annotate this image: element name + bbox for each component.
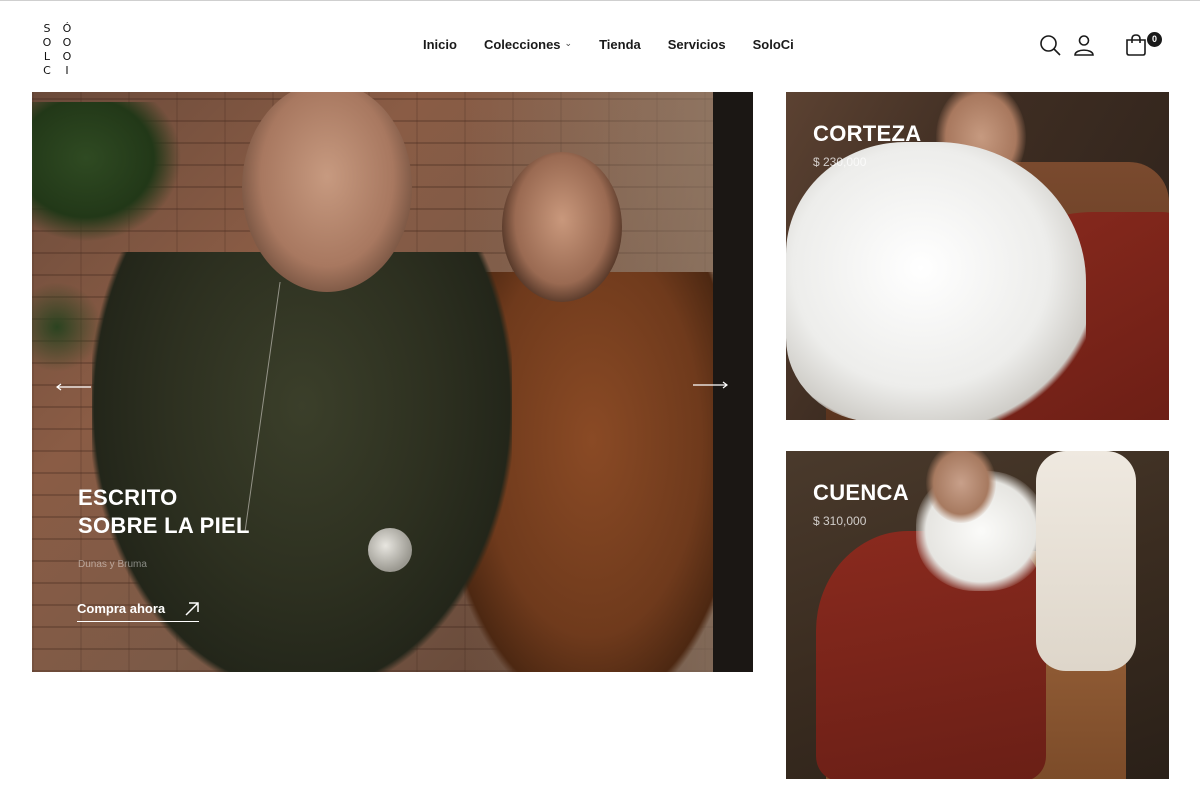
logo-letter: C (43, 64, 51, 77)
nav-item-soloci[interactable]: SoloCi (753, 37, 794, 52)
plant-decoration (32, 102, 182, 242)
product-price: $ 230,000 (813, 155, 867, 169)
hero-subtitle: Dunas y Bruma (78, 559, 147, 570)
model-white-shirt (786, 142, 1086, 420)
logo-letter: O (62, 50, 72, 63)
nav-item-colecciones[interactable]: Colecciones ⌄ (484, 37, 572, 52)
nav-item-label: Inicio (423, 37, 457, 52)
main-nav: Inicio Colecciones ⌄ Tienda Servicios Sol… (423, 37, 794, 52)
logo-letter: O (42, 36, 52, 49)
nav-item-inicio[interactable]: Inicio (423, 37, 457, 52)
nav-item-label: Servicios (667, 37, 726, 52)
shop-now-label: Compra ahora (77, 601, 166, 616)
user-icon[interactable] (1072, 33, 1096, 57)
product-card-cuenca[interactable]: CUENCA $ 310,000 (786, 451, 1169, 779)
arrow-up-right-icon (185, 601, 199, 616)
product-price: $ 310,000 (813, 514, 867, 528)
chevron-down-icon: ⌄ (564, 38, 573, 48)
logo-letter: L (43, 50, 51, 63)
logo-letter: S (43, 22, 51, 35)
necklace-pendant (368, 528, 412, 572)
logo-letter: I (65, 64, 69, 77)
arrow-right-icon[interactable] (692, 376, 728, 389)
model-arm-sleeve (1036, 451, 1136, 671)
hero-title-line: ESCRITO (78, 485, 178, 510)
nav-item-label: Tienda (599, 37, 641, 52)
cart-count-badge: 0 (1147, 32, 1162, 47)
hero-banner[interactable]: ESCRITO SOBRE LA PIEL Dunas y Bruma Comp… (32, 92, 753, 672)
nav-item-servicios[interactable]: Servicios (668, 37, 726, 52)
search-icon[interactable] (1038, 33, 1062, 57)
nav-item-tienda[interactable]: Tienda (599, 37, 641, 52)
product-name: CORTEZA (813, 121, 922, 146)
nav-item-label: SoloCi (752, 37, 794, 52)
brand-logo[interactable]: S Ó O O L O C I (40, 22, 74, 77)
product-name: CUENCA (813, 480, 909, 505)
hero-title-line: SOBRE LA PIEL (78, 513, 250, 538)
shop-now-button[interactable]: Compra ahora (77, 601, 199, 622)
logo-letter: O (62, 36, 72, 49)
nav-item-label: Colecciones (483, 37, 561, 52)
arrow-left-icon[interactable] (56, 378, 92, 391)
logo-letter: Ó (62, 22, 72, 35)
shopping-bag-icon[interactable] (1124, 33, 1148, 57)
model-head (502, 152, 622, 302)
product-card-corteza[interactable]: CORTEZA $ 230,000 (786, 92, 1169, 420)
hero-title: ESCRITO SOBRE LA PIEL (78, 484, 250, 540)
top-border (0, 0, 1200, 1)
